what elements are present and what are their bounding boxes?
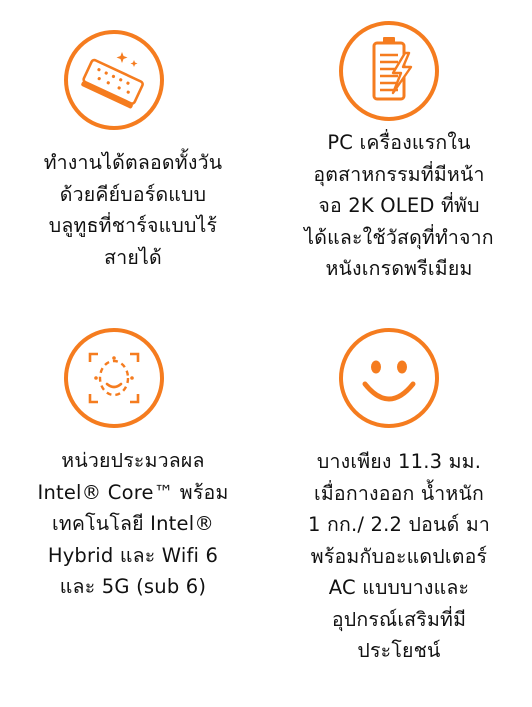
caption-line: หนังเกรดพรีเมียม (325, 257, 473, 280)
feature-keyboard-caption: ทำงานได้ตลอดทั้งวัน ด้วยคีย์บอร์ดแบบ บลู… (0, 147, 266, 273)
feature-oled-caption: PC เครื่องแรกใน อุตสาหกรรมที่มีหน้า จอ 2… (266, 127, 532, 285)
feature-processor-caption: หน่วยประมวลผล Intel® Core™ พร้อม เทคโนโล… (0, 445, 266, 603)
caption-line: 1 กก./ 2.2 ปอนด์ มา (307, 513, 491, 536)
caption-line: อุตสาหกรรมที่มีหน้า (313, 162, 485, 186)
keyboard-icon (64, 30, 164, 130)
caption-line: บางเพียง 11.3 มม. (316, 450, 482, 473)
smiley-face-icon (339, 328, 439, 428)
smiley-face-icon-graphic (362, 360, 416, 402)
caption-line: ได้และใช้วัสดุที่ทำจาก (304, 225, 494, 249)
face-recognition-icon (64, 328, 164, 428)
caption-line: อุปกรณ์เสริมที่มี (331, 607, 467, 631)
keyboard-icon-graphic (81, 52, 144, 109)
caption-line: จอ 2K OLED ที่พับ (318, 194, 480, 217)
caption-line: สายได้ (104, 245, 162, 269)
face-recognition-icon-graphic (88, 352, 140, 404)
caption-line: บลูทูธที่ชาร์จแบบไร้ (48, 214, 218, 237)
caption-line: เทคโนโลยี Intel® (51, 512, 215, 535)
battery-charging-icon-graphic (372, 37, 413, 101)
caption-line: และ 5G (sub 6) (59, 575, 207, 598)
battery-charging-icon (339, 21, 439, 121)
caption-line: Intel® Core™ พร้อม (37, 480, 229, 504)
caption-line: ประโยชน์ (357, 639, 441, 662)
caption-line: ทำงานได้ตลอดทั้งวัน (43, 151, 223, 174)
caption-line: พร้อมกับอะแดปเตอร์ (310, 544, 488, 568)
caption-line: หน่วยประมวลผล (61, 449, 205, 472)
caption-line: PC เครื่องแรกใน (327, 131, 471, 154)
caption-line: Hybrid และ Wifi 6 (47, 543, 219, 567)
caption-line: ด้วยคีย์บอร์ดแบบ (59, 182, 207, 206)
feature-lightweight-caption: บางเพียง 11.3 มม. เมื่อกางออก น้ำหนัก 1 … (266, 446, 532, 667)
caption-line: AC แบบบางและ (328, 576, 470, 599)
caption-line: เมื่อกางออก น้ำหนัก (313, 481, 484, 505)
